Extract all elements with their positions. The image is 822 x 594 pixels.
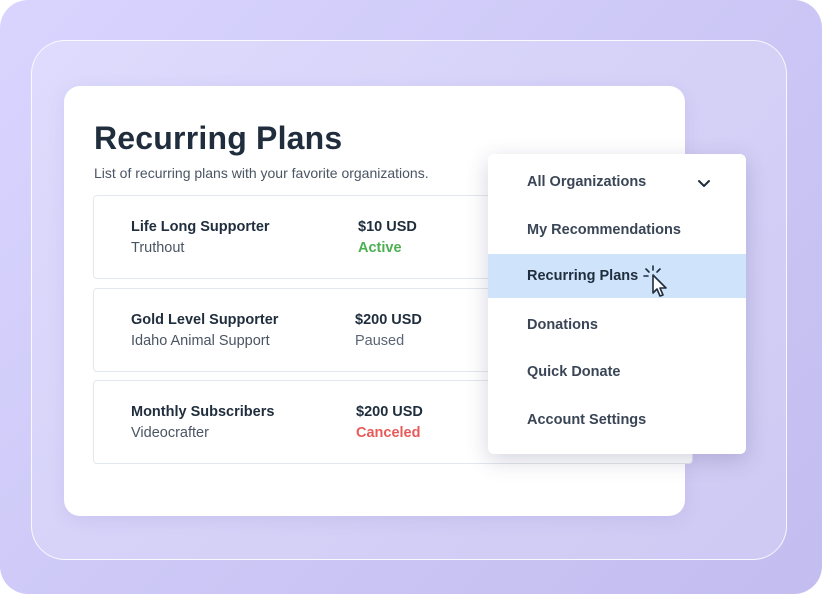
plan-organization: Truthout [131,240,185,256]
plan-status: Paused [355,333,405,349]
plan-amount: $10 USD [358,219,417,235]
plan-status: Canceled [356,425,421,441]
page-title: Recurring Plans [94,120,343,156]
plan-organization: Videocrafter [131,425,209,441]
plan-organization: Idaho Animal Support [131,333,270,349]
chevron-down-icon[interactable] [696,178,712,190]
plan-status: Active [358,240,402,256]
plan-name: Monthly Subscribers [131,404,275,420]
plan-name: Gold Level Supporter [131,312,279,328]
menu-item-recurring-plans[interactable]: Recurring Plans [488,254,746,298]
menu-item-label: Recurring Plans [527,268,639,284]
menu-item-quick-donate[interactable]: Quick Donate [488,350,746,394]
menu-item-label: My Recommendations [527,222,681,238]
menu-item-account-settings[interactable]: Account Settings [488,398,746,442]
menu-item-my-recommendations[interactable]: My Recommendations [488,208,746,252]
menu-item-donations[interactable]: Donations [488,303,746,347]
plan-name: Life Long Supporter [131,219,270,235]
page-subtitle: List of recurring plans with your favori… [94,165,429,181]
plan-amount: $200 USD [355,312,422,328]
navigation-dropdown: All Organizations My Recommendations Rec… [488,154,746,454]
menu-item-label: Account Settings [527,412,647,428]
menu-item-label: All Organizations [527,174,647,190]
menu-item-label: Quick Donate [527,364,621,380]
menu-item-all-organizations[interactable]: All Organizations [488,160,746,204]
pointer-cursor-icon [643,265,667,297]
plan-amount: $200 USD [356,404,423,420]
menu-item-label: Donations [527,317,598,333]
